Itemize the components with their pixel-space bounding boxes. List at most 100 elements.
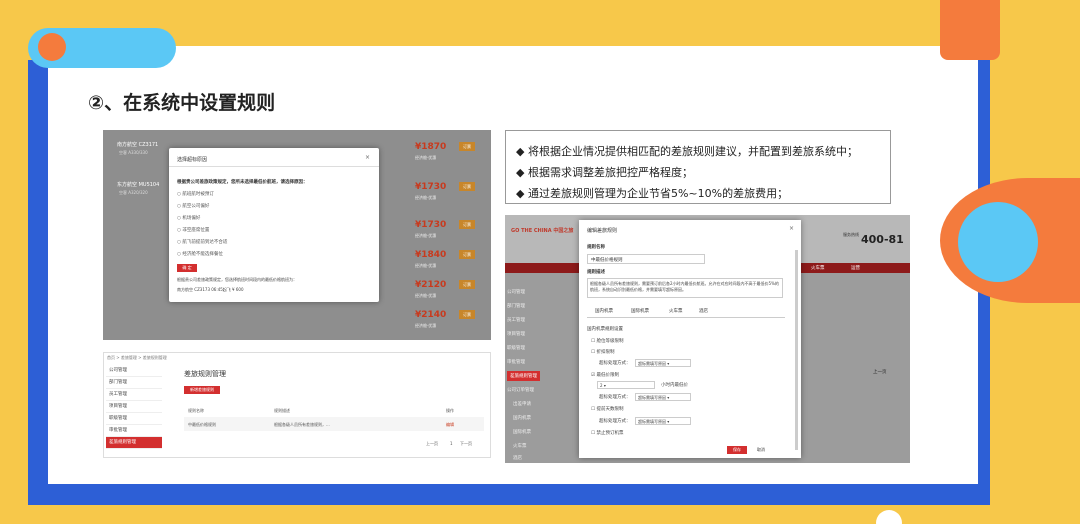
bullet-item: ◆ 根据需求调整差旅把控严格程度； — [516, 166, 693, 179]
lowest-fare-note: 根据贵公司差旅政策规定，您选择航班时间段内的最低价格航班为： — [177, 277, 297, 282]
handle-label: 超标处理方式： — [599, 361, 631, 366]
price: ¥2140 — [415, 310, 447, 320]
reason-option[interactable]: ○ 航班航时被预订 — [177, 191, 214, 197]
hotline-number: 400-81 — [861, 233, 904, 246]
prev-page-button[interactable]: 上一页 — [426, 441, 438, 447]
tab-domestic-flight[interactable]: 国内机票 — [595, 308, 613, 314]
sidebar-item[interactable]: 审批管理 — [507, 359, 525, 365]
price: ¥1870 — [415, 142, 447, 152]
sidebar-item-active[interactable]: 差旅规则管理 — [106, 437, 162, 449]
rule-tabs: 国内机票 国际机票 火车票 酒店 — [587, 306, 785, 318]
sidebar-item[interactable]: 项目管理 — [507, 331, 525, 337]
tab-hotel[interactable]: 酒店 — [699, 308, 708, 314]
handle-select[interactable]: 超标需填写原因 ▾ — [635, 359, 691, 367]
modal-scrollbar[interactable] — [795, 250, 798, 450]
rule-desc-label: 规则描述 — [587, 270, 605, 275]
next-page-button[interactable]: 下一页 — [460, 441, 472, 447]
reason-option[interactable]: ○ 经济舱不能选择餐位 — [177, 251, 223, 257]
reason-option[interactable]: ○ 航空公司偏好 — [177, 203, 209, 209]
sidebar-item[interactable]: 部门管理 — [106, 377, 162, 389]
save-button[interactable]: 保存 — [727, 446, 747, 454]
bullet-item: ◆ 将根据企业情况提供相匹配的差旅规则建议，并配置到差旅系统中； — [516, 145, 858, 158]
handle-select[interactable]: 超标需填写原因 ▾ — [635, 393, 691, 401]
handle-label: 超标处理方式： — [599, 419, 631, 424]
bullet-list: ◆ 将根据企业情况提供相匹配的差旅规则建议，并配置到差旅系统中； ◆ 根据需求调… — [505, 130, 891, 204]
sidebar-item[interactable]: 职级管理 — [106, 413, 162, 425]
sidebar-item[interactable]: 公司管理 — [507, 289, 525, 295]
hotline-label: 服务热线 — [843, 232, 859, 237]
sidebar-item[interactable]: 国内机票 — [513, 415, 531, 421]
prev-page-button[interactable]: 上一页 — [873, 369, 887, 375]
price: ¥2120 — [415, 280, 447, 290]
book-button[interactable]: 订票 — [459, 142, 475, 151]
cabin-limit-checkbox[interactable]: ☐ 舱位等级限制 — [591, 338, 623, 344]
white-dot-decoration — [876, 510, 902, 524]
book-button[interactable]: 订票 — [459, 280, 475, 289]
nav-item-train[interactable]: 火车票 — [811, 265, 825, 271]
forbid-flight-checkbox[interactable]: ☐ 禁止预订机票 — [591, 430, 623, 436]
book-button[interactable]: 订票 — [459, 220, 475, 229]
edit-link[interactable]: 编辑 — [446, 422, 454, 428]
sidebar-item[interactable]: 火车票 — [513, 443, 527, 449]
sidebar-item[interactable]: 项目管理 — [106, 401, 162, 413]
breadcrumb: 首页 > 差旅管理 > 差旅规则管理 — [107, 355, 167, 360]
close-icon[interactable]: × — [365, 154, 370, 161]
close-icon[interactable]: × — [789, 225, 794, 232]
rule-desc-textarea[interactable]: 根据各级人员所有差旅规则，需要预订前后各2小时内最低价航班。允许在对应时间段内不… — [587, 278, 783, 298]
hours-select[interactable]: 2 ▾ — [597, 381, 655, 389]
edit-rule-screenshot: GO THE CHINA 中国之旅 服务热线 400-81 火车票 运营 公司管… — [505, 215, 910, 463]
add-rule-button[interactable]: 新增差旅规则 — [184, 386, 220, 394]
lowest-price-checkbox[interactable]: ☑ 最低价限制 — [591, 372, 619, 378]
edit-rule-modal: 编辑差旅规则 × 规则名称 中最低价格规则 规则描述 根据各级人员所有差旅规则，… — [579, 220, 801, 458]
price: ¥1730 — [415, 220, 447, 230]
reason-option[interactable]: ○ 非空座席位置 — [177, 227, 209, 233]
handle-select[interactable]: 超标需填写原因 ▾ — [635, 417, 691, 425]
orange-decoration — [940, 0, 1000, 60]
reason-option[interactable]: ○ 航飞前提前到达不合适 — [177, 239, 227, 245]
sidebar-item[interactable]: 员工管理 — [507, 317, 525, 323]
sidebar-item[interactable]: 公司管理 — [106, 365, 162, 377]
column-header: 规则名称 — [188, 408, 204, 413]
sidebar-item[interactable]: 国际机票 — [513, 429, 531, 435]
section-title: 差旅规则管理 — [184, 370, 226, 378]
price-note: 经济舱·优惠 — [415, 155, 437, 160]
column-header: 规则描述 — [274, 408, 290, 413]
flight-list-screenshot: 南方航空 CZ3171 空客 A330/330 ¥1870 经济舱·优惠 订票 … — [103, 130, 491, 340]
sidebar-item[interactable]: 出差申请 — [513, 401, 531, 407]
tab-train[interactable]: 火车票 — [669, 308, 683, 314]
sidebar-item[interactable]: 部门管理 — [507, 303, 525, 309]
sidebar-item-active[interactable]: 差旅规则管理 — [507, 371, 540, 381]
advance-days-checkbox[interactable]: ☐ 提前天数限制 — [591, 406, 623, 412]
section-heading: 国内机票规则设置 — [587, 327, 623, 332]
site-logo: GO THE CHINA 中国之旅 — [511, 228, 574, 234]
sidebar-item[interactable]: 酒店 — [513, 455, 522, 461]
nav-item-ops[interactable]: 运营 — [851, 265, 860, 271]
blue-circle-decoration — [958, 202, 1038, 282]
price-note: 经济舱·优惠 — [415, 323, 437, 328]
page-title: ②、在系统中设置规则 — [88, 92, 276, 114]
reason-dialog: 选择超标原因 × 根据贵公司差旅政策规定，您所未选择最低价航班，请选择原因： ○… — [169, 148, 379, 302]
sidebar-item[interactable]: 审批管理 — [106, 425, 162, 437]
flight-row[interactable]: ¥2140 经济舱·优惠 订票 — [109, 306, 485, 340]
table-cell: 中最低价格规则 — [188, 422, 216, 427]
modal-title: 编辑差旅规则 — [587, 228, 618, 234]
airline-name: 南方航空 CZ3171 — [117, 142, 159, 148]
sidebar-item[interactable]: 职级管理 — [507, 345, 525, 351]
rule-name-input[interactable]: 中最低价格规则 — [587, 254, 705, 264]
page-number[interactable]: 1 — [450, 441, 453, 446]
discount-limit-checkbox[interactable]: ☐ 折扣限制 — [591, 349, 614, 355]
aircraft-type: 空客 A320/320 — [119, 190, 148, 195]
tab-international-flight[interactable]: 国际机票 — [631, 308, 649, 314]
book-button[interactable]: 订票 — [459, 182, 475, 191]
reason-option[interactable]: ○ 机场偏好 — [177, 215, 200, 221]
book-button[interactable]: 订票 — [459, 250, 475, 259]
sidebar-item[interactable]: 员工管理 — [106, 389, 162, 401]
divider — [169, 166, 379, 167]
handle-label: 超标处理方式： — [599, 395, 631, 400]
price: ¥1840 — [415, 250, 447, 260]
confirm-button[interactable]: 确 定 — [177, 264, 197, 272]
cancel-button[interactable]: 取消 — [757, 447, 765, 453]
table-cell: 根据各级人员所有差旅规则，... — [274, 422, 330, 427]
book-button[interactable]: 订票 — [459, 310, 475, 319]
sidebar-item[interactable]: 公司订单管理 — [507, 387, 534, 393]
